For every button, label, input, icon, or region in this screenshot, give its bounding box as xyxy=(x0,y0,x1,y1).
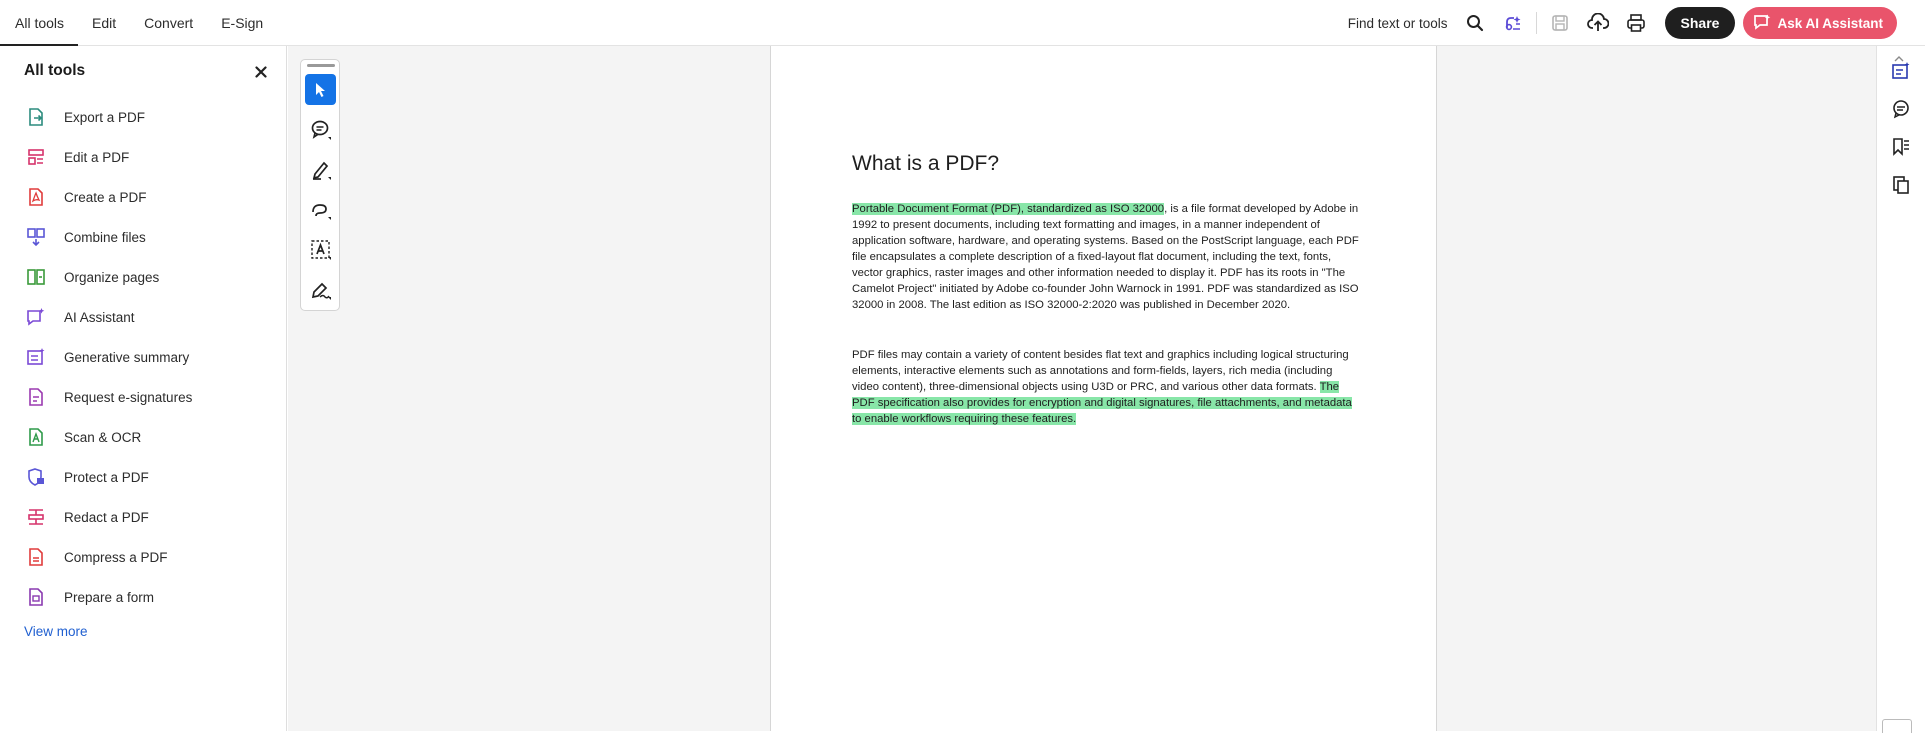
toolbar-drag-handle[interactable] xyxy=(307,64,335,67)
ai-generative-icon[interactable] xyxy=(1494,6,1532,40)
pdf-page: What is a PDF? Portable Document Format … xyxy=(770,46,1437,731)
sign-pen-icon[interactable] xyxy=(305,274,336,305)
tool-label: Create a PDF xyxy=(64,189,147,205)
redact-pdf-icon xyxy=(24,505,48,529)
combine-files-icon xyxy=(24,225,48,249)
draw-freehand-icon[interactable] xyxy=(305,194,336,225)
tool-ai-assistant[interactable]: AI Assistant xyxy=(24,297,192,337)
all-tools-sidebar: All tools Export a PDF Edit a PDF Create… xyxy=(0,46,287,731)
document-heading: What is a PDF? xyxy=(852,152,1000,175)
tool-organize-pages[interactable]: Organize pages xyxy=(24,257,192,297)
upload-cloud-icon[interactable] xyxy=(1579,6,1617,40)
sidebar-title: All tools xyxy=(24,62,86,79)
menu-convert[interactable]: Convert xyxy=(130,0,207,46)
comments-panel-icon[interactable] xyxy=(1890,98,1912,120)
text-select-icon[interactable] xyxy=(305,234,336,265)
ai-chat-icon xyxy=(1753,14,1771,33)
create-pdf-icon xyxy=(24,185,48,209)
ai-assistant-icon xyxy=(24,305,48,329)
tool-combine-files[interactable]: Combine files xyxy=(24,217,192,257)
tool-label: Compress a PDF xyxy=(64,549,168,565)
quick-tools-toolbar xyxy=(300,59,340,311)
print-icon[interactable] xyxy=(1617,6,1655,40)
paragraph-text: , is a file format developed by Adobe in… xyxy=(852,203,1359,311)
view-more-link[interactable]: View more xyxy=(24,624,88,639)
document-paragraph-2: PDF files may contain a variety of conte… xyxy=(852,347,1362,427)
export-pdf-icon xyxy=(24,105,48,129)
document-paragraph-1: Portable Document Format (PDF), standard… xyxy=(852,201,1362,313)
ask-ai-assistant-button[interactable]: Ask AI Assistant xyxy=(1743,7,1897,39)
highlight-pen-icon[interactable] xyxy=(305,154,336,185)
compress-pdf-icon xyxy=(24,545,48,569)
prepare-form-icon xyxy=(24,585,48,609)
highlighted-text[interactable]: Portable Document Format (PDF), standard… xyxy=(852,203,1165,215)
tool-generative-summary[interactable]: Generative summary xyxy=(24,337,192,377)
toolbar-divider xyxy=(1535,12,1537,34)
menu-edit[interactable]: Edit xyxy=(78,0,130,46)
tool-label: Edit a PDF xyxy=(64,149,130,165)
close-icon[interactable] xyxy=(253,64,269,80)
tool-label: Redact a PDF xyxy=(64,509,149,525)
comment-icon[interactable] xyxy=(305,114,336,145)
top-bar: All tools Edit Convert E-Sign Find text … xyxy=(0,0,1925,46)
tool-compress-pdf[interactable]: Compress a PDF xyxy=(24,537,192,577)
tool-list: Export a PDF Edit a PDF Create a PDF Com… xyxy=(24,97,192,617)
bookmarks-icon[interactable] xyxy=(1890,136,1912,158)
find-text-label[interactable]: Find text or tools xyxy=(1348,16,1448,31)
tool-label: Generative summary xyxy=(64,349,190,365)
ask-ai-assistant-label: Ask AI Assistant xyxy=(1777,15,1883,31)
toolbar-right: Find text or tools Share Ask AI Assistan… xyxy=(1348,0,1897,46)
tool-export-pdf[interactable]: Export a PDF xyxy=(24,97,192,137)
save-icon[interactable] xyxy=(1541,6,1579,40)
edit-pdf-icon xyxy=(24,145,48,169)
tool-label: Export a PDF xyxy=(64,109,146,125)
tool-label: Combine files xyxy=(64,229,146,245)
select-cursor-icon[interactable] xyxy=(305,74,336,105)
tool-label: AI Assistant xyxy=(64,309,135,325)
share-button[interactable]: Share xyxy=(1664,7,1736,39)
scan-ocr-icon xyxy=(24,425,48,449)
pages-panel-icon[interactable] xyxy=(1890,174,1912,196)
organize-pages-icon xyxy=(24,265,48,289)
tool-create-pdf[interactable]: Create a PDF xyxy=(24,177,192,217)
tool-protect-pdf[interactable]: Protect a PDF xyxy=(24,457,192,497)
menu-e-sign[interactable]: E-Sign xyxy=(207,0,277,46)
tool-redact-pdf[interactable]: Redact a PDF xyxy=(24,497,192,537)
protect-pdf-icon xyxy=(24,465,48,489)
tool-label: Scan & OCR xyxy=(64,429,142,445)
tool-request-e-signatures[interactable]: Request e-signatures xyxy=(24,377,192,417)
menu-all-tools[interactable]: All tools xyxy=(0,0,78,46)
search-icon[interactable] xyxy=(1456,6,1494,40)
tool-label: Protect a PDF xyxy=(64,469,149,485)
main-menu: All tools Edit Convert E-Sign xyxy=(0,0,277,46)
tool-edit-pdf[interactable]: Edit a PDF xyxy=(24,137,192,177)
tool-label: Organize pages xyxy=(64,269,160,285)
tool-label: Request e-signatures xyxy=(64,389,193,405)
tool-scan-ocr[interactable]: Scan & OCR xyxy=(24,417,192,457)
scroll-up-icon[interactable] xyxy=(1894,50,1904,68)
tool-label: Prepare a form xyxy=(64,589,155,605)
right-panel-rail xyxy=(1877,46,1925,731)
tool-prepare-form[interactable]: Prepare a form xyxy=(24,577,192,617)
generative-summary-icon xyxy=(24,345,48,369)
paragraph-text: PDF files may contain a variety of conte… xyxy=(852,349,1349,393)
e-signature-icon xyxy=(24,385,48,409)
